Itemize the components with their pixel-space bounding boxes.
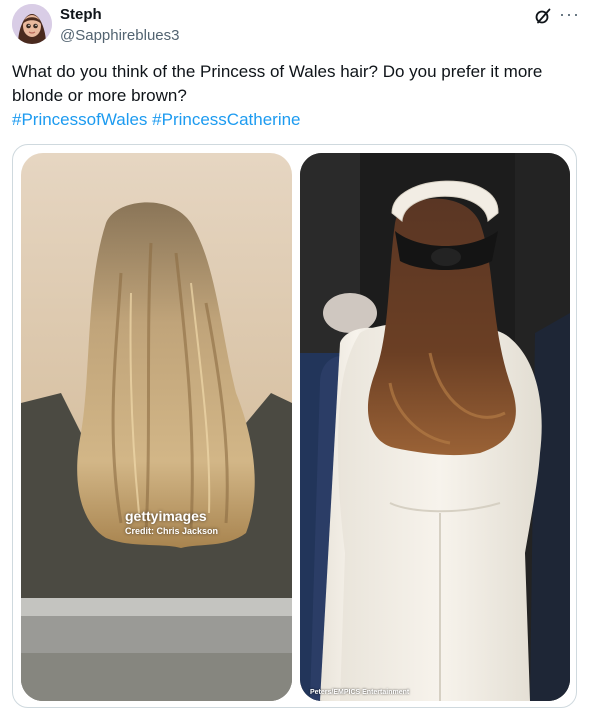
media-card: gettyimages Credit: Chris Jackson Peters… — [12, 144, 577, 708]
post-hashtags: #PrincessofWales #PrincessCatherine — [12, 108, 301, 132]
brown-hair-image — [300, 153, 570, 701]
photo-brown-hair[interactable]: Peters/EMPICS Entertainment — [300, 153, 570, 701]
photo-blonde-hair[interactable]: gettyimages Credit: Chris Jackson — [21, 153, 292, 701]
avatar[interactable] — [12, 4, 52, 44]
getty-credit: Credit: Chris Jackson — [125, 526, 219, 536]
grok-icon[interactable] — [535, 8, 551, 24]
hashtag-princessofwales[interactable]: #PrincessofWales — [12, 110, 147, 129]
author-handle[interactable]: @Sapphireblues3 — [60, 27, 179, 44]
avatar-image — [12, 4, 52, 44]
photo-credit: Peters/EMPICS Entertainment — [310, 689, 410, 696]
author-name[interactable]: Steph — [60, 6, 102, 23]
blonde-hair-image — [21, 153, 292, 701]
hashtag-princesscatherine[interactable]: #PrincessCatherine — [152, 110, 300, 129]
post-text: What do you think of the Princess of Wal… — [12, 62, 543, 105]
getty-watermark: gettyimages — [125, 508, 207, 524]
more-options-icon[interactable]: ··· — [559, 4, 580, 25]
